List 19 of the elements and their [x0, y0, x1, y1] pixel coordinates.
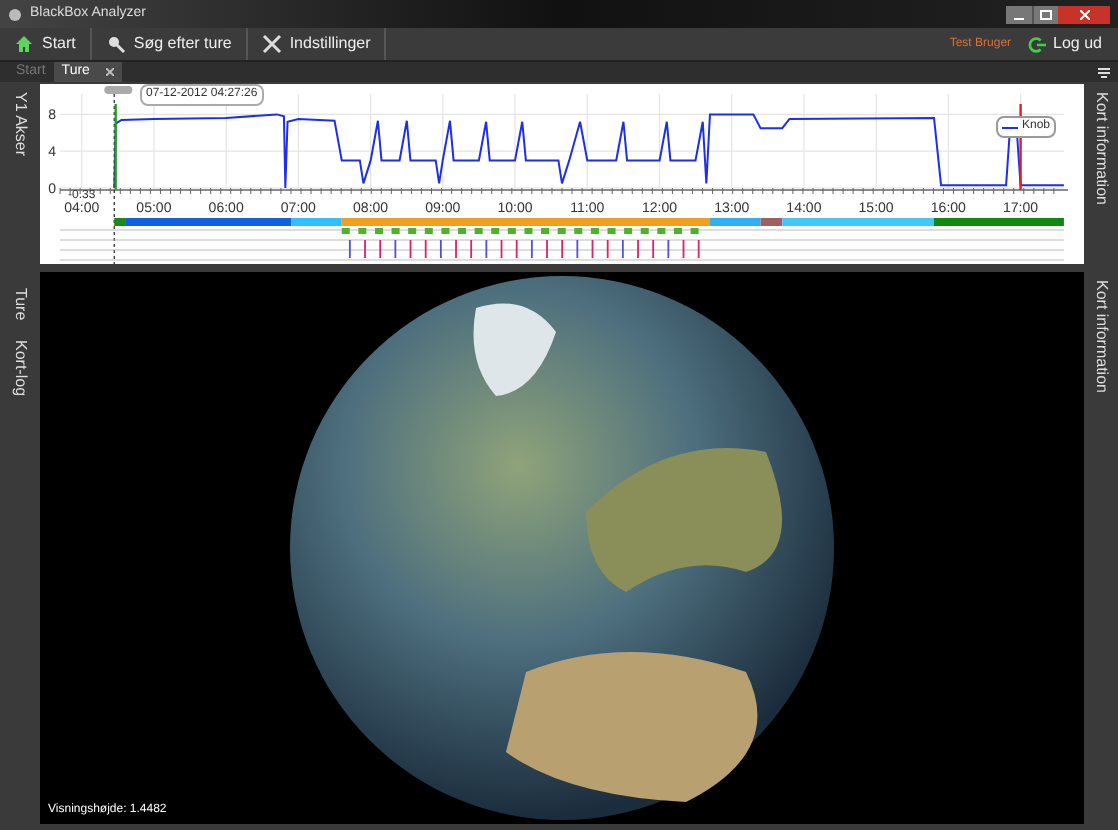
toolbar-button[interactable]: Indstillinger	[247, 28, 387, 60]
scroll-handle[interactable]	[104, 86, 133, 94]
minimize-button[interactable]	[1006, 5, 1032, 23]
close-button[interactable]	[1058, 5, 1110, 23]
logout-icon	[1027, 35, 1046, 53]
close-tab-icon[interactable]	[105, 68, 114, 76]
tools-icon	[261, 34, 282, 54]
home-icon	[14, 34, 34, 54]
menu-icon[interactable]	[1098, 68, 1110, 78]
maximize-button[interactable]	[1032, 5, 1058, 23]
minimize-icon	[1014, 17, 1024, 19]
app-icon	[8, 7, 22, 21]
toolbar-button[interactable]: Start	[0, 28, 92, 60]
legend-line-icon	[1001, 123, 1018, 131]
maximize-icon	[1040, 9, 1052, 19]
close-icon	[1079, 9, 1089, 19]
logout-button[interactable]: Log ud	[1011, 32, 1118, 56]
search-icon	[105, 34, 126, 54]
toolbar-button[interactable]: Søg efter ture	[91, 28, 248, 60]
